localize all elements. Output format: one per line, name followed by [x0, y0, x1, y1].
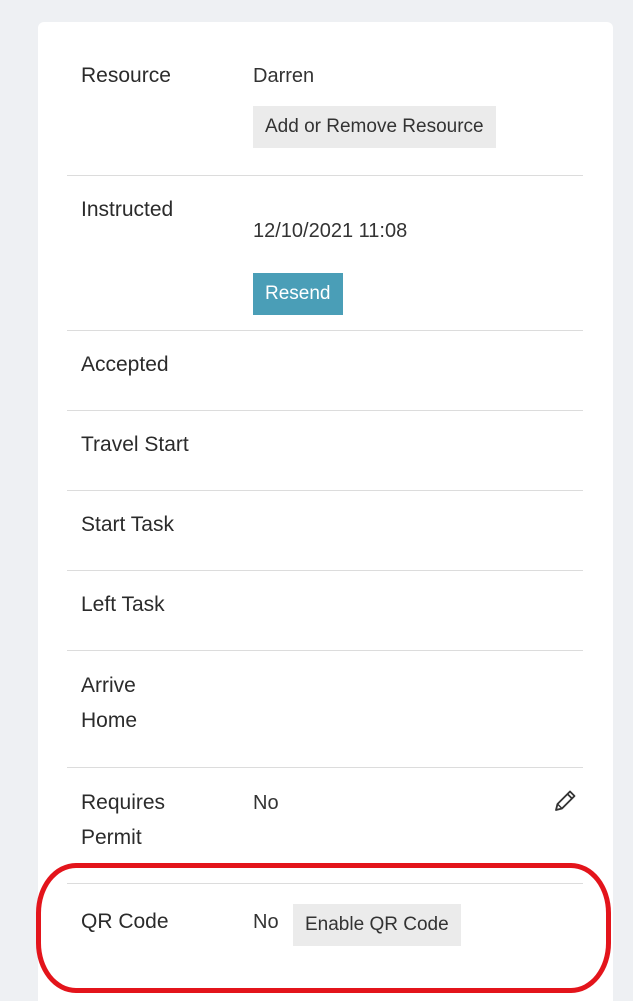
arrive-home-label-line1: Arrive: [81, 674, 136, 697]
enable-qr-code-button[interactable]: Enable QR Code: [293, 904, 461, 946]
qr-code-row: QR Code No Enable QR Code: [67, 884, 583, 994]
requires-permit-label-line1: Requires: [81, 791, 166, 814]
requires-permit-value: No: [253, 792, 279, 814]
resource-label: Resource: [81, 64, 171, 87]
travel-start-label: Travel Start: [81, 433, 189, 456]
arrive-home-row: Arrive Home: [67, 651, 583, 768]
accepted-label: Accepted: [81, 353, 169, 376]
travel-start-row: Travel Start: [67, 411, 583, 491]
instructed-label: Instructed: [81, 198, 174, 221]
instructed-timestamp: 12/10/2021 11:08: [253, 220, 408, 242]
start-task-row: Start Task: [67, 491, 583, 571]
qr-code-value: No: [253, 911, 279, 933]
arrive-home-label-line2: Home: [81, 709, 138, 732]
requires-permit-row: Requires Permit No: [67, 768, 583, 884]
instructed-row: Instructed 12/10/2021 11:08 Resend: [67, 175, 583, 331]
qr-code-label: QR Code: [81, 910, 169, 933]
requires-permit-label-line2: Permit: [81, 826, 142, 849]
left-task-label: Left Task: [81, 593, 165, 616]
left-task-row: Left Task: [67, 571, 583, 651]
task-details-card: Resource Darren Add or Remove Resource I…: [38, 22, 613, 1001]
add-or-remove-resource-button[interactable]: Add or Remove Resource: [253, 106, 496, 148]
accepted-row: Accepted: [67, 331, 583, 411]
pencil-icon[interactable]: [550, 786, 580, 816]
start-task-label: Start Task: [81, 513, 174, 536]
resource-row: Resource Darren Add or Remove Resource: [67, 22, 583, 176]
resend-button[interactable]: Resend: [253, 273, 343, 315]
resource-value: Darren: [253, 65, 315, 87]
